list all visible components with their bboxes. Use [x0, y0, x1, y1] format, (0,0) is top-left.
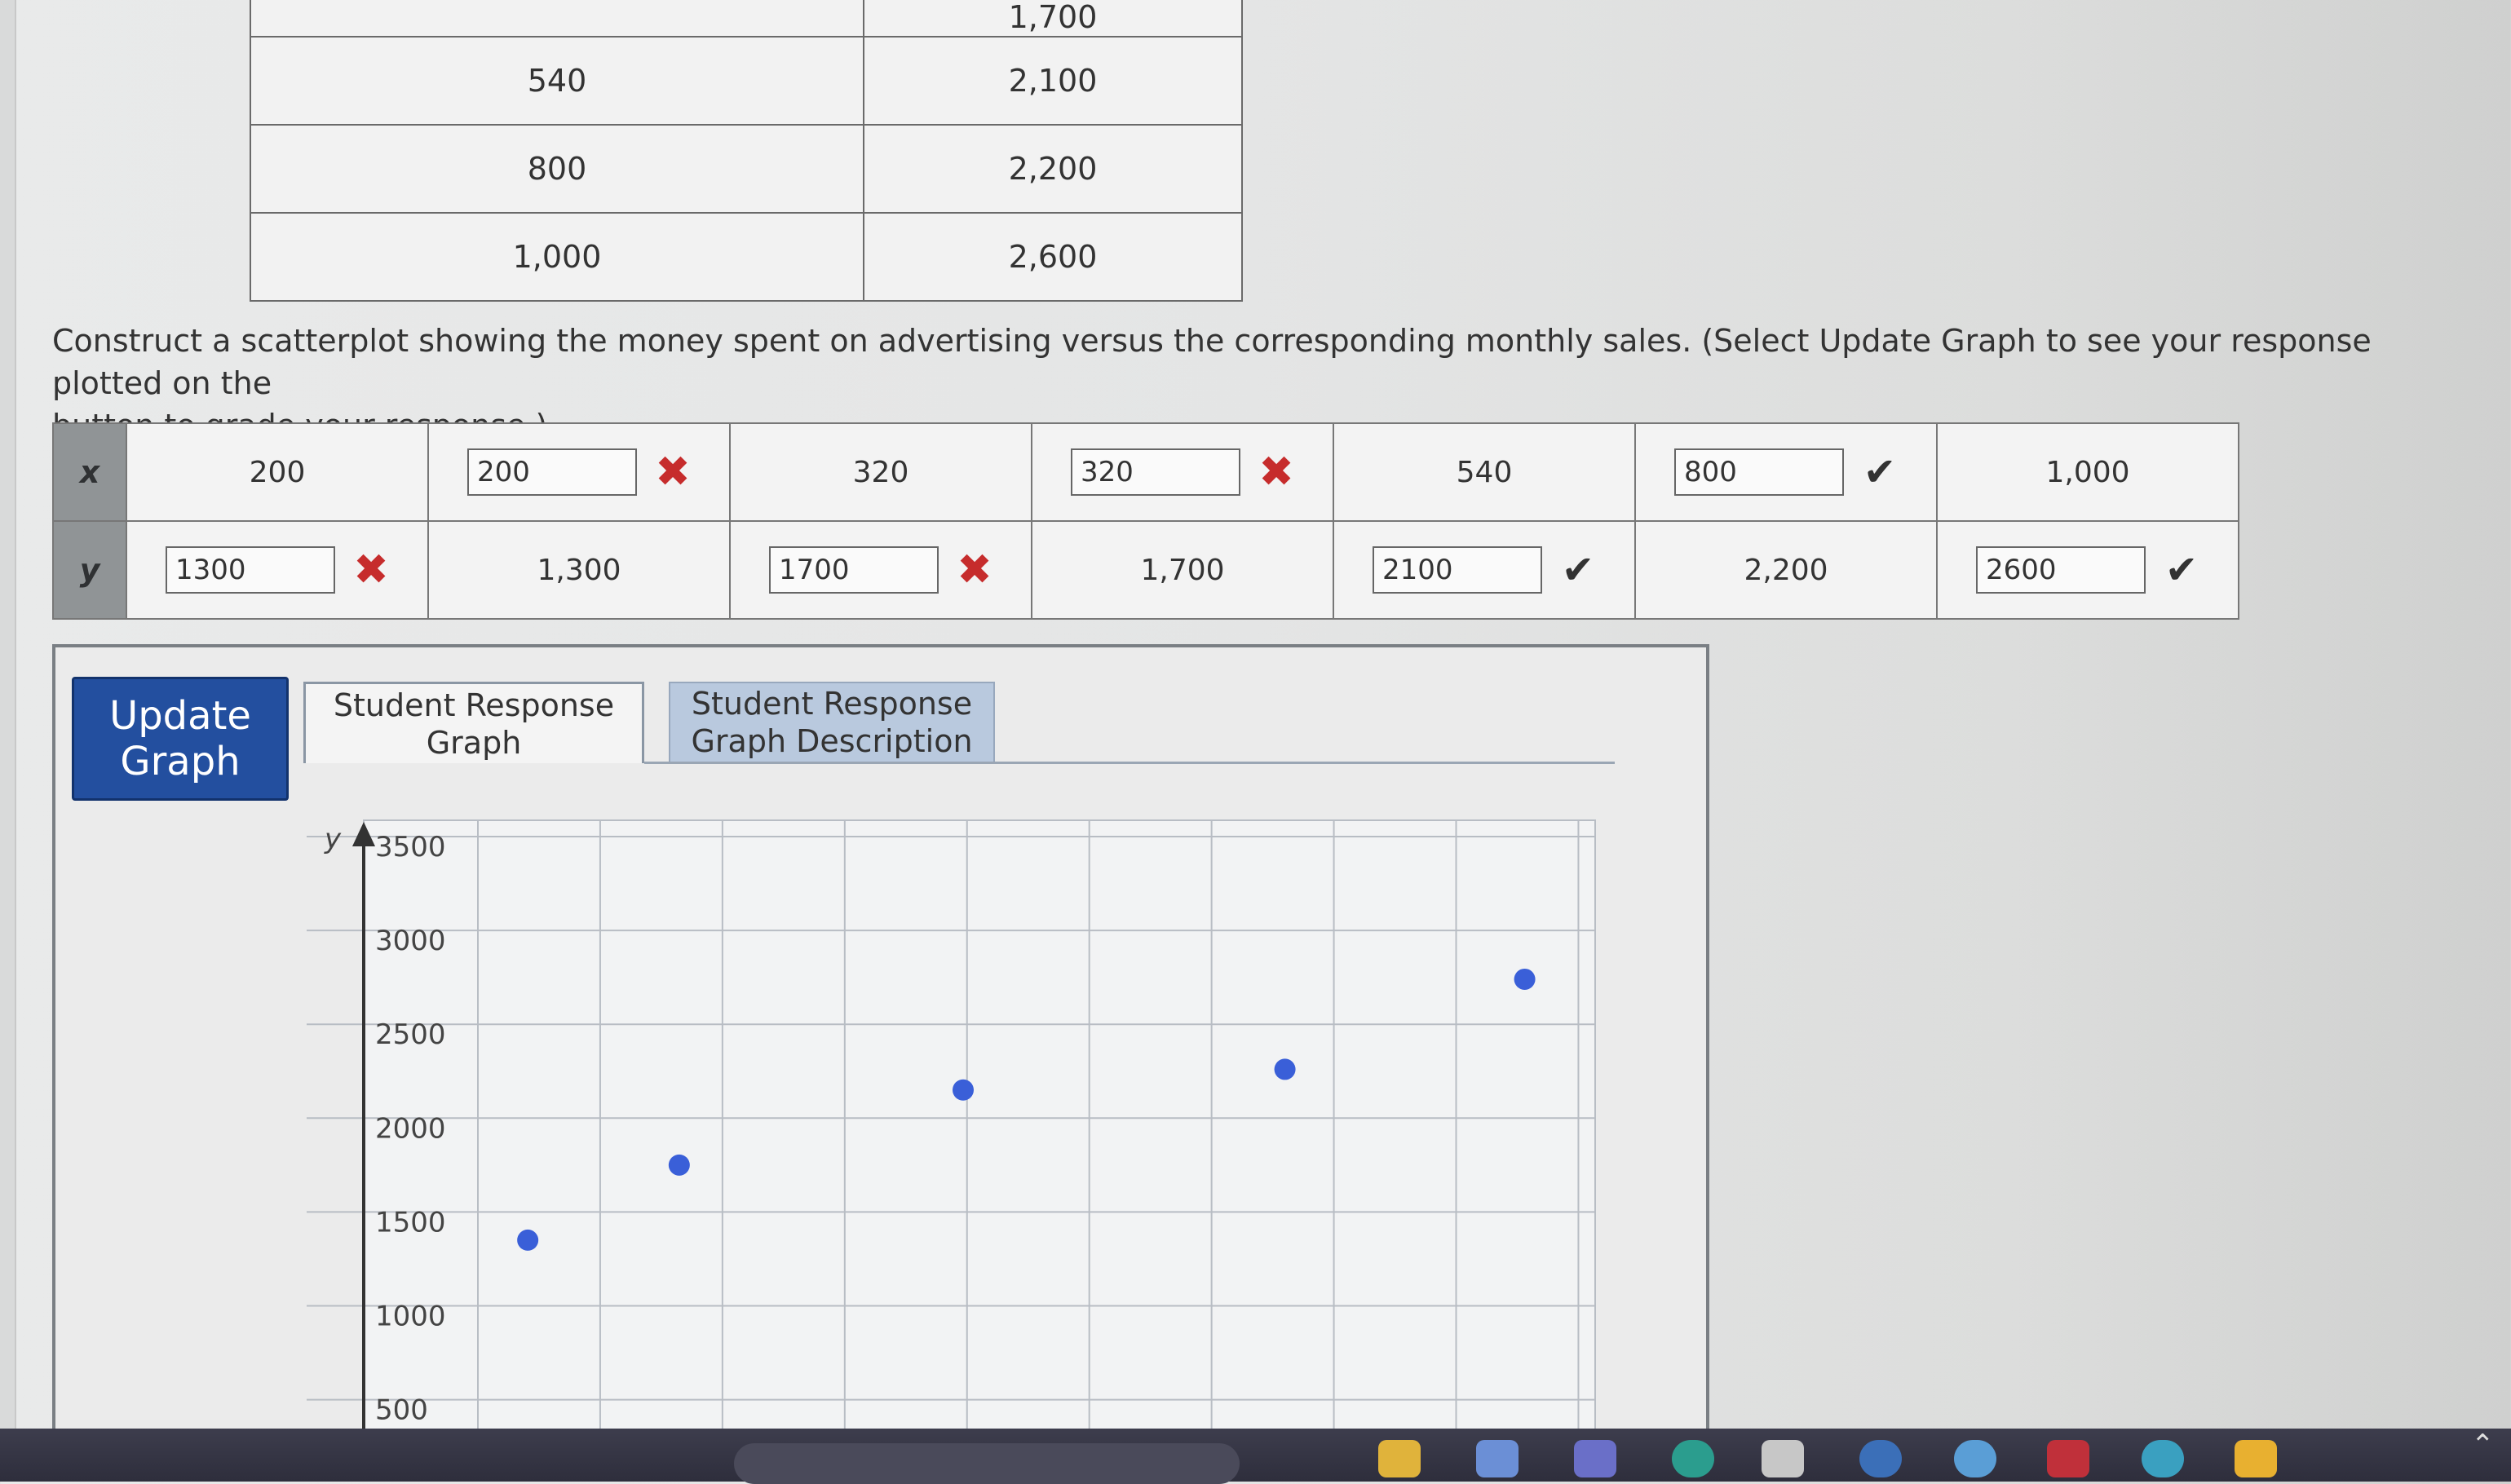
y-tick-label: 3500 — [375, 831, 446, 863]
y-value-cell: 2,200 — [1634, 520, 1938, 620]
edge-icon[interactable] — [1672, 1440, 1714, 1477]
x-answer-input[interactable] — [1674, 448, 1844, 496]
correct-check-icon: ✔ — [1561, 547, 1595, 593]
x-answer-input[interactable] — [1071, 448, 1240, 496]
tab-underline — [644, 762, 1615, 764]
input-wrap: ✔ — [1334, 546, 1634, 594]
scatter-point[interactable] — [953, 1079, 974, 1101]
correct-check-icon: ✔ — [1863, 449, 1897, 495]
store-icon[interactable] — [1762, 1440, 1804, 1477]
x-input-cell: ✖ — [427, 422, 731, 522]
advertising-cell: 540 — [250, 36, 864, 126]
x-value-cell: 200 — [126, 422, 429, 522]
scatter-point[interactable] — [1514, 968, 1536, 990]
y-value-cell: 1,300 — [427, 520, 731, 620]
incorrect-x-icon: ✖ — [353, 545, 389, 594]
advertising-cell: 1,000 — [250, 212, 864, 302]
input-wrap: ✖ — [127, 545, 427, 594]
y-row: y ✖ 1,300 ✖ 1,700 ✔ 2,200 ✔ — [52, 520, 2239, 620]
tab-student-response-graph-description[interactable]: Student Response Graph Description — [669, 682, 995, 763]
y-tick-label: 2000 — [375, 1112, 446, 1145]
x-value-cell: 1,000 — [1936, 422, 2239, 522]
sales-cell: 2,100 — [863, 36, 1243, 126]
data-table-row: 1,700 — [250, 0, 1243, 38]
data-table-row: 800 2,200 — [250, 124, 1243, 214]
scatter-chart: 500 1000 1500 2000 2500 3000 3500 y — [307, 819, 1596, 1434]
data-table: 1,700 540 2,100 800 2,200 1,000 2,600 — [250, 0, 1243, 302]
hp-icon[interactable] — [1859, 1440, 1902, 1477]
input-wrap: ✖ — [1032, 448, 1333, 497]
file-explorer-icon[interactable] — [1378, 1440, 1421, 1477]
tray-chevron-up-icon[interactable]: ⌃ — [2471, 1429, 2495, 1461]
y-tick-label: 500 — [375, 1394, 428, 1427]
advertising-cell — [250, 0, 864, 38]
xy-response-table: x 200 ✖ 320 ✖ 540 ✔ 1,000 y ✖ 1,300 ✖ 1,700 ✔ 2,200… — [52, 422, 2239, 620]
data-table-row: 1,000 2,600 — [250, 212, 1243, 302]
input-wrap: ✖ — [429, 448, 729, 497]
data-table-row: 540 2,100 — [250, 36, 1243, 126]
y-input-cell: ✖ — [126, 520, 429, 620]
y-tick-label: 1500 — [375, 1206, 446, 1239]
scatter-point[interactable] — [1274, 1058, 1296, 1080]
scatter-point[interactable] — [517, 1229, 539, 1251]
y-answer-input[interactable] — [166, 546, 335, 594]
sales-cell: 2,200 — [863, 124, 1243, 214]
help-icon[interactable] — [1954, 1440, 1996, 1477]
x-value-cell: 540 — [1333, 422, 1636, 522]
x-value-cell: 320 — [729, 422, 1032, 522]
update-graph-button[interactable]: Update Graph — [72, 677, 289, 801]
y-input-cell: ✔ — [1936, 520, 2239, 620]
chart-grid — [307, 819, 1596, 1434]
y-input-cell: ✖ — [729, 520, 1032, 620]
input-wrap: ✔ — [1636, 448, 1936, 496]
taskbar — [0, 1429, 2511, 1482]
sales-cell: 2,600 — [863, 212, 1243, 302]
advertising-cell: 800 — [250, 124, 864, 214]
sticky-notes-icon[interactable] — [2235, 1440, 2277, 1477]
x-row: x 200 ✖ 320 ✖ 540 ✔ 1,000 — [52, 422, 2239, 522]
teams-icon[interactable] — [1574, 1440, 1616, 1477]
incorrect-x-icon: ✖ — [957, 545, 992, 594]
input-wrap: ✔ — [1938, 546, 2238, 594]
y-axis-label: y — [324, 823, 342, 855]
y-value-cell: 1,700 — [1031, 520, 1334, 620]
copilot-icon[interactable] — [1476, 1440, 1519, 1477]
scatter-point[interactable] — [668, 1154, 690, 1176]
y-tick-label: 1000 — [375, 1300, 446, 1332]
y-tick-label: 2500 — [375, 1018, 446, 1051]
plot-background — [363, 819, 1596, 1434]
incorrect-x-icon: ✖ — [1258, 448, 1294, 497]
x-input-cell: ✖ — [1031, 422, 1334, 522]
tab-student-response-graph[interactable]: Student Response Graph — [303, 682, 644, 763]
x-row-header: x — [52, 422, 127, 522]
left-edge — [0, 0, 16, 1451]
x-input-cell: ✔ — [1634, 422, 1938, 522]
y-answer-input[interactable] — [769, 546, 939, 594]
app-icon[interactable] — [2047, 1440, 2089, 1477]
y-tick-label: 3000 — [375, 925, 446, 957]
instructions-line1: Construct a scatterplot showing the mone… — [52, 323, 2372, 401]
globe-icon[interactable] — [2142, 1440, 2184, 1477]
y-answer-input[interactable] — [1373, 546, 1542, 594]
incorrect-x-icon: ✖ — [655, 448, 691, 497]
sales-cell: 1,700 — [863, 0, 1243, 38]
y-answer-input[interactable] — [1976, 546, 2146, 594]
input-wrap: ✖ — [731, 545, 1031, 594]
x-answer-input[interactable] — [467, 448, 637, 496]
correct-check-icon: ✔ — [2164, 547, 2199, 593]
y-row-header: y — [52, 520, 127, 620]
taskbar-search[interactable] — [734, 1443, 1240, 1484]
y-input-cell: ✔ — [1333, 520, 1636, 620]
